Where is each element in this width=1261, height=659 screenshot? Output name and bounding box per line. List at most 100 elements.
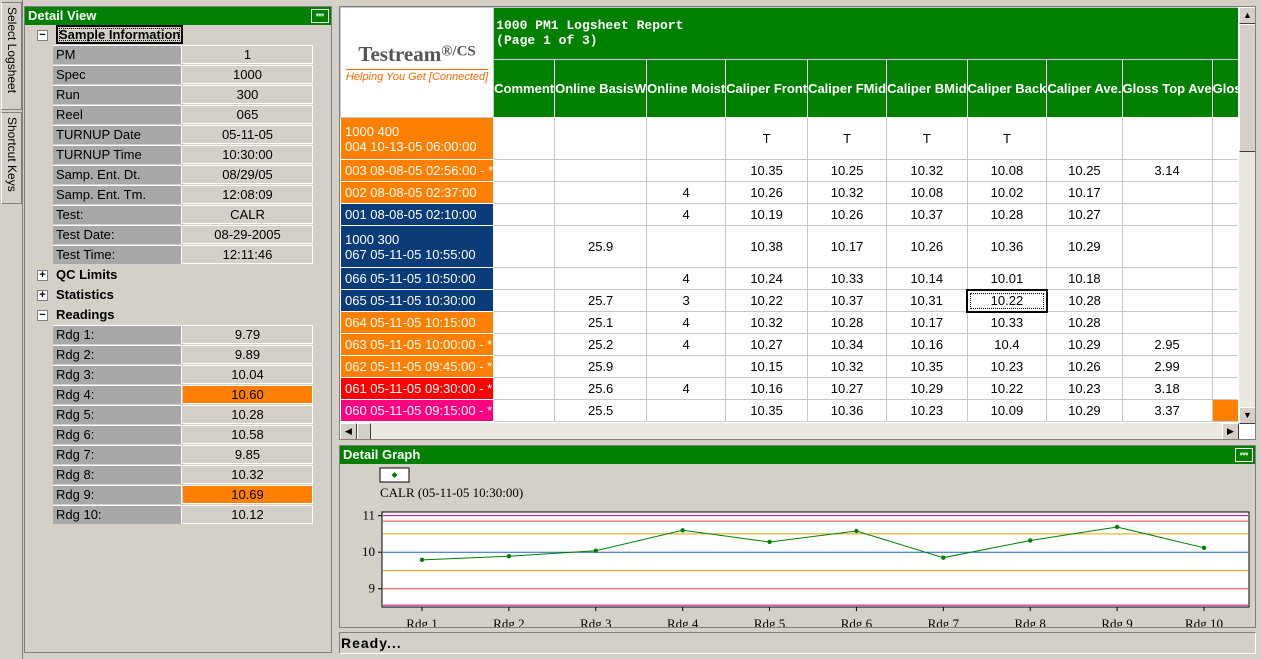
expand-icon[interactable]: + — [37, 290, 48, 301]
grid-cell[interactable]: 10.17 — [886, 311, 968, 334]
row-header[interactable]: 001 08-08-05 02:10:00 — [340, 203, 495, 226]
grid-cell[interactable]: 10.24 — [725, 267, 809, 290]
property-row[interactable]: Rdg 4: 10.60 — [25, 385, 331, 405]
column-header[interactable]: Online BasisW — [554, 59, 648, 118]
data-point[interactable] — [767, 539, 772, 545]
grid-cell[interactable]: 4 — [646, 181, 727, 204]
grid-cell[interactable]: -4.64 — [1211, 333, 1239, 356]
property-row[interactable]: TURNUP Date 05-11-05 — [25, 125, 331, 145]
section-readings[interactable]: − Readings — [25, 305, 331, 325]
grid-cell[interactable] — [493, 181, 556, 204]
grid-cell[interactable] — [493, 117, 556, 160]
grid-cell[interactable] — [1211, 267, 1239, 290]
grid-cell[interactable] — [554, 267, 648, 290]
row-header[interactable]: 1000 300 067 05-11-05 10:55:00 — [340, 225, 495, 268]
grid-cell[interactable]: 25.1 — [554, 311, 648, 334]
grid-cell[interactable]: 10.28 — [966, 203, 1048, 226]
grid-cell[interactable] — [493, 355, 556, 378]
collapse-icon[interactable]: − — [37, 30, 48, 41]
grid-cell[interactable]: 10.4 — [966, 333, 1048, 356]
row-header[interactable]: 1000 400 004 10-13-05 06:00:00 — [340, 117, 495, 160]
grid-cell[interactable]: 10.25 — [1046, 159, 1123, 182]
grid-cell[interactable] — [646, 159, 727, 182]
grid-cell[interactable]: T — [725, 117, 809, 160]
grid-cell[interactable]: 10.26 — [886, 225, 968, 268]
scroll-left-icon[interactable]: ◀ — [340, 423, 357, 439]
grid-cell[interactable]: 10.18 — [1046, 267, 1123, 290]
data-point[interactable] — [593, 548, 598, 553]
grid-cell[interactable]: 10.08 — [966, 159, 1048, 182]
grid-cell[interactable] — [493, 311, 556, 334]
grid-cell[interactable]: -4.58 — [1211, 159, 1239, 182]
grid-cell[interactable]: 10.15 — [725, 355, 809, 378]
grid-cell[interactable] — [1121, 225, 1213, 268]
property-row[interactable]: Rdg 3: 10.04 — [25, 365, 331, 385]
grid-cell[interactable]: 10.37 — [886, 203, 968, 226]
grid-cell[interactable]: 4 — [646, 267, 727, 290]
property-row[interactable]: Rdg 7: 9.85 — [25, 445, 331, 465]
logsheet-row[interactable]: 066 05-11-05 10:50:00 4 10.24 10.33 10.14 10.… — [340, 267, 1239, 290]
column-header[interactable]: Caliper FMid — [807, 59, 888, 118]
property-row[interactable]: Rdg 6: 10.58 — [25, 425, 331, 445]
property-row[interactable]: Test: CALR — [25, 205, 331, 225]
logsheet-row[interactable]: 061 05-11-05 09:30:00 - * 25.6 4 10.16 10.27… — [340, 377, 1239, 400]
grid-cell[interactable] — [554, 159, 648, 182]
logsheet-row[interactable]: 1000 400004 10-13-05 06:00:00TTTTT — [340, 117, 1239, 160]
grid-cell[interactable]: 10.27 — [807, 377, 888, 400]
property-row[interactable]: Rdg 10: 10.12 — [25, 505, 331, 525]
grid-cell[interactable]: 4 — [646, 311, 727, 334]
grid-cell[interactable] — [493, 159, 556, 182]
grid-cell[interactable]: 10.23 — [886, 399, 968, 422]
grid-cell[interactable]: 10.23 — [1046, 377, 1123, 400]
grid-cell[interactable] — [493, 289, 556, 312]
grid-cell[interactable]: 3.37 — [1121, 399, 1213, 422]
grid-cell[interactable]: 10.16 — [725, 377, 809, 400]
property-row[interactable]: Rdg 2: 9.89 — [25, 345, 331, 365]
logsheet-row[interactable]: 065 05-11-05 10:30:00 25.7 3 10.22 10.37 10.3… — [340, 288, 1239, 313]
row-header[interactable]: 064 05-11-05 10:15:00 — [340, 311, 495, 334]
grid-cell[interactable]: T — [1211, 181, 1239, 204]
grid-cell[interactable]: 10.33 — [807, 267, 888, 290]
grid-cell[interactable]: 10.35 — [725, 159, 809, 182]
property-row[interactable]: PM 1 — [25, 45, 331, 65]
grid-cell[interactable]: 10.23 — [966, 355, 1048, 378]
grid-cell[interactable]: 10.37 — [807, 289, 888, 312]
scroll-thumb[interactable] — [1239, 24, 1255, 152]
grid-cell[interactable] — [646, 399, 727, 422]
grid-cell[interactable] — [493, 225, 556, 268]
grid-cell[interactable]: 4 — [646, 377, 727, 400]
data-point[interactable] — [419, 557, 425, 563]
grid-cell[interactable]: 3.18 — [1121, 377, 1213, 400]
grid-cell[interactable] — [1121, 311, 1213, 334]
grid-cell[interactable]: 10.22 — [966, 377, 1048, 400]
grid-cell[interactable]: T — [966, 117, 1048, 160]
logsheet-row[interactable]: 060 05-11-05 09:15:00 - * 25.5 10.35 10.36 1… — [340, 399, 1239, 422]
grid-cell[interactable]: 4 — [646, 333, 727, 356]
grid-cell[interactable] — [1211, 311, 1239, 334]
grid-cell[interactable]: 4 — [646, 203, 727, 226]
grid-cell[interactable]: 10.32 — [807, 355, 888, 378]
grid-cell[interactable]: 10.28 — [807, 311, 888, 334]
logsheet-row[interactable]: 002 08-08-05 02:37:00 4 10.26 10.32 10.08 10.… — [340, 181, 1239, 204]
grid-cell[interactable]: T — [1211, 289, 1239, 312]
grid-cell[interactable]: 10.22 — [966, 288, 1048, 313]
grid-cell[interactable]: 25.2 — [554, 333, 648, 356]
data-point[interactable] — [854, 528, 859, 534]
grid-cell[interactable]: T — [807, 117, 888, 160]
column-header[interactable]: Gloss Top Ave — [1121, 59, 1213, 118]
grid-cell[interactable]: 10.25 — [807, 159, 888, 182]
grid-cell[interactable]: 25.7 — [554, 289, 648, 312]
grid-cell[interactable]: T — [1211, 225, 1239, 268]
grid-cell[interactable]: 10.27 — [1046, 203, 1123, 226]
column-header[interactable]: Caliper Ave. — [1046, 59, 1123, 118]
property-row[interactable]: Run 300 — [25, 85, 331, 105]
data-point[interactable] — [680, 528, 685, 533]
grid-cell[interactable]: 10.22 — [725, 289, 809, 312]
logsheet-row[interactable]: 062 05-11-05 09:45:00 - * 25.9 10.15 10.32 1… — [340, 355, 1239, 378]
grid-cell[interactable]: 10.38 — [725, 225, 809, 268]
logsheet-row[interactable]: 001 08-08-05 02:10:00 4 10.19 10.26 10.37 10.… — [340, 203, 1239, 226]
grid-cell[interactable]: 25.9 — [554, 225, 648, 268]
data-point[interactable] — [941, 555, 946, 560]
grid-cell[interactable]: 3.14 — [1121, 159, 1213, 182]
scroll-right-icon[interactable]: ▶ — [1222, 423, 1239, 439]
